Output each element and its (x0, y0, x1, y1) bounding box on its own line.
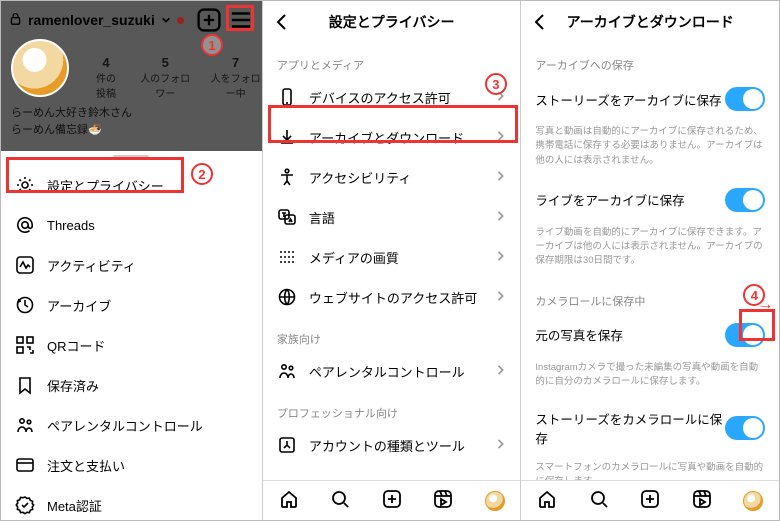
lang-icon (277, 207, 297, 227)
notification-dot (177, 17, 184, 24)
section-cameraroll: カメラロールに保存中 (521, 279, 779, 313)
media-icon (277, 247, 297, 267)
bio-text: らーめん備忘録🍜 (11, 122, 132, 139)
web-icon (277, 287, 297, 307)
username[interactable]: ramenlover_suzuki (28, 12, 155, 28)
sheet-handle[interactable] (113, 155, 149, 159)
section-archive-save: アーカイブへの保存 (521, 43, 779, 77)
nav-reels[interactable] (692, 489, 712, 512)
screen-profile-menu: ramenlover_suzuki 4件の投稿5人のフォロワー7人をフォロー中 … (1, 1, 263, 520)
parent-icon (277, 361, 297, 381)
section-header: 注文と募金キャンペーン (263, 465, 521, 480)
nav-search[interactable] (589, 489, 609, 512)
chevron-right-icon (496, 290, 506, 304)
profile-stats: 4件の投稿 5人のフォロワー 7人をフォロー中 (91, 55, 262, 100)
section-header: プロフェッショナル向け (263, 391, 521, 425)
toggle-switch[interactable] (725, 323, 765, 347)
at-icon (15, 215, 35, 235)
settings-item-access[interactable]: アクセシビリティ (263, 157, 521, 197)
nav-profile[interactable] (485, 491, 505, 511)
chevron-right-icon (496, 170, 506, 184)
page-title: アーカイブとダウンロード (551, 12, 749, 32)
display-name: らーめん大好き鈴木さん (11, 105, 132, 122)
archive-icon (15, 295, 35, 315)
chevron-right-icon (496, 90, 506, 104)
toggle-switch[interactable] (725, 416, 765, 440)
stat-item[interactable]: 5人のフォロワー (139, 55, 191, 100)
page-title: 設定とプライバシー (293, 12, 491, 32)
menu-item-qr[interactable]: QRコード (1, 325, 262, 365)
profile-header: ramenlover_suzuki (1, 1, 262, 39)
menu-item-at[interactable]: Threads (1, 205, 262, 245)
profile-avatar[interactable] (11, 39, 69, 97)
settings-item-web[interactable]: ウェブサイトのアクセス許可 (263, 277, 521, 317)
chevron-right-icon (496, 364, 506, 378)
toggle-switch[interactable] (725, 188, 765, 212)
gear-icon (15, 175, 35, 195)
menu-item-gear[interactable]: 設定とプライバシー (1, 165, 262, 205)
verified-icon (15, 495, 35, 515)
toggle-switch[interactable] (725, 87, 765, 111)
toggle-stories-archive: ストーリーズをアーカイブに保存 (521, 77, 779, 121)
menu-item-verified[interactable]: Meta認証 (1, 485, 262, 520)
card-icon (15, 455, 35, 475)
chevron-right-icon (496, 250, 506, 264)
access-icon (277, 167, 297, 187)
nav-search[interactable] (330, 489, 350, 512)
download-icon (277, 127, 297, 147)
menu-item-bookmark[interactable]: 保存済み (1, 365, 262, 405)
nav-create[interactable] (382, 489, 402, 512)
create-button[interactable] (196, 7, 222, 33)
settings-item-account[interactable]: アカウントの種類とツール (263, 425, 521, 465)
settings-item-device[interactable]: デバイスのアクセス許可 (263, 77, 521, 117)
menu-item-parent[interactable]: ペアレンタルコントロール (1, 405, 262, 445)
settings-item-lang[interactable]: 言語 (263, 197, 521, 237)
settings-item-download[interactable]: アーカイブとダウンロード (263, 117, 521, 157)
settings-item-parent[interactable]: ペアレンタルコントロール (263, 351, 521, 391)
back-button[interactable] (529, 11, 551, 33)
lock-icon (9, 12, 22, 28)
chevron-right-icon (496, 130, 506, 144)
bottom-nav (263, 480, 521, 520)
section-header: 家族向け (263, 317, 521, 351)
menu-sheet: 設定とプライバシーThreadsアクティビティアーカイブQRコード保存済みペアレ… (1, 145, 262, 520)
section-header: アプリとメディア (263, 43, 521, 77)
chevron-right-icon (496, 210, 506, 224)
nav-home[interactable] (279, 489, 299, 512)
nav-create[interactable] (640, 489, 660, 512)
stat-item[interactable]: 7人をフォロー中 (209, 55, 261, 100)
menu-item-activity[interactable]: アクティビティ (1, 245, 262, 285)
hamburger-menu-button[interactable] (228, 7, 254, 33)
device-icon (277, 87, 297, 107)
toggle-live-archive: ライブをアーカイブに保存 (521, 178, 779, 222)
settings-item-media[interactable]: メディアの画質 (263, 237, 521, 277)
screen-settings-privacy: 設定とプライバシー アプリとメディアデバイスのアクセス許可アーカイブとダウンロー… (263, 1, 522, 520)
chevron-right-icon (496, 438, 506, 452)
account-icon (277, 435, 297, 455)
nav-reels[interactable] (433, 489, 453, 512)
toggle-stories-cameraroll: ストーリーズをカメラロールに保存 (521, 399, 779, 457)
menu-item-card[interactable]: 注文と支払い (1, 445, 262, 485)
menu-item-archive[interactable]: アーカイブ (1, 285, 262, 325)
activity-icon (15, 255, 35, 275)
parent-icon (15, 415, 35, 435)
chevron-down-icon[interactable] (161, 12, 171, 28)
bookmark-icon (15, 375, 35, 395)
toggle-original-photo: 元の写真を保存 (521, 313, 779, 357)
back-button[interactable] (271, 11, 293, 33)
screen-archive-download: アーカイブとダウンロード アーカイブへの保存 ストーリーズをアーカイブに保存 写… (521, 1, 779, 520)
nav-profile[interactable] (743, 491, 763, 511)
bottom-nav (521, 480, 779, 520)
stat-item[interactable]: 4件の投稿 (91, 55, 121, 100)
nav-home[interactable] (537, 489, 557, 512)
qr-icon (15, 335, 35, 355)
